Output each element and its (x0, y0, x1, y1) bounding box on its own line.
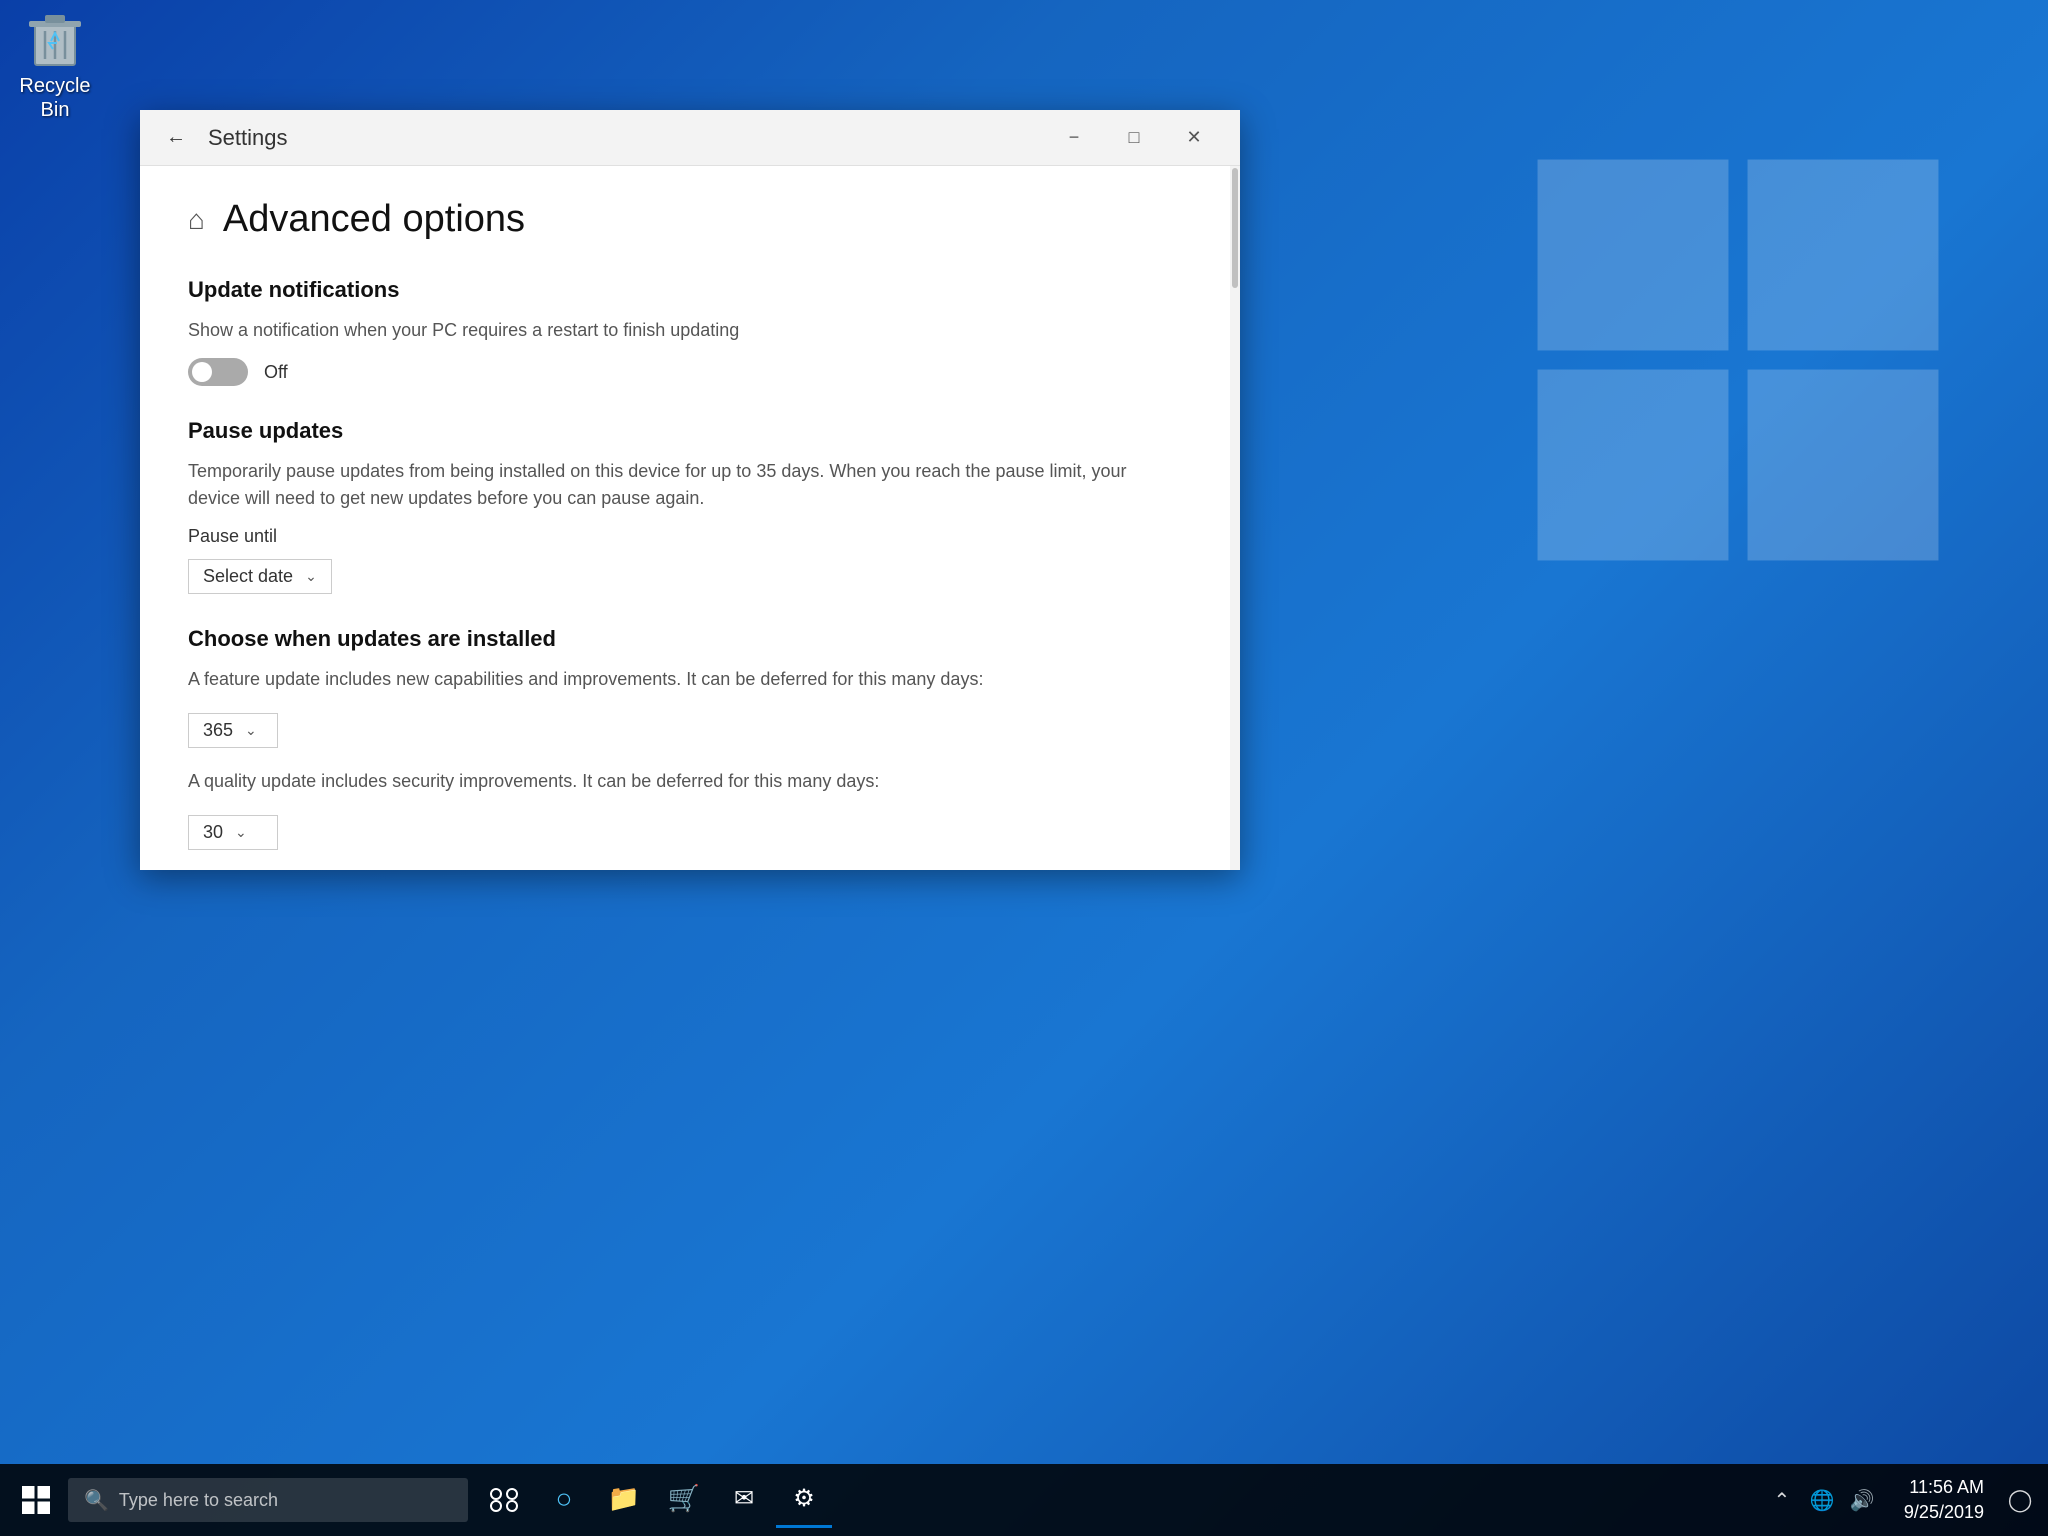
edge-icon[interactable]: ○ (536, 1472, 592, 1528)
window-content: ⌂ Advanced options Update notifications … (140, 166, 1240, 870)
taskbar-clock[interactable]: 11:56 AM 9/25/2019 (1888, 1464, 2000, 1536)
choose-when-heading: Choose when updates are installed (188, 626, 1182, 652)
close-button[interactable]: ✕ (1164, 118, 1224, 158)
chevron-down-icon-feature: ⌄ (245, 722, 257, 739)
settings-window: ← Settings − □ ✕ ⌂ Advanced options Upda… (140, 110, 1240, 870)
file-explorer-icon[interactable]: 📁 (596, 1472, 652, 1528)
quality-update-desc: A quality update includes security impro… (188, 768, 1182, 795)
store-icon[interactable]: 🛒 (656, 1472, 712, 1528)
scroll-thumb (1232, 168, 1238, 288)
chevron-down-icon: ⌄ (305, 568, 317, 585)
pause-updates-heading: Pause updates (188, 418, 1182, 444)
taskbar-search[interactable]: 🔍 Type here to search (68, 1478, 468, 1522)
notification-icon[interactable]: ◯ (2000, 1472, 2040, 1528)
title-bar: ← Settings − □ ✕ (140, 110, 1240, 166)
feature-update-value: 365 (203, 720, 233, 741)
speaker-icon[interactable]: 🔊 (1844, 1472, 1880, 1528)
update-notifications-desc: Show a notification when your PC require… (188, 317, 1182, 344)
toggle-off-label: Off (264, 362, 288, 383)
taskbar-app-icons: ○ 📁 🛒 ✉ ⚙ (476, 1472, 832, 1528)
recycle-bin-label: Recycle Bin (10, 74, 100, 122)
search-icon: 🔍 (84, 1488, 109, 1513)
settings-icon[interactable]: ⚙ (776, 1472, 832, 1528)
app-title: Settings (208, 125, 1044, 151)
update-notifications-section: Update notifications Show a notification… (188, 277, 1182, 386)
feature-update-dropdown[interactable]: 365 ⌄ (188, 713, 278, 748)
recycle-bin-image (25, 10, 85, 70)
quality-update-dropdown[interactable]: 30 ⌄ (188, 815, 278, 850)
toggle-knob (192, 362, 212, 382)
pause-updates-section: Pause updates Temporarily pause updates … (188, 418, 1182, 594)
chevron-up-icon[interactable]: ⌃ (1764, 1472, 1800, 1528)
home-icon[interactable]: ⌂ (188, 204, 205, 236)
maximize-button[interactable]: □ (1104, 118, 1164, 158)
window-controls: − □ ✕ (1044, 118, 1224, 158)
start-button[interactable] (8, 1472, 64, 1528)
desktop: Recycle Bin ← Settings − □ ✕ ⌂ Advanced … (0, 0, 2048, 1536)
update-notifications-toggle[interactable] (188, 358, 248, 386)
update-notifications-toggle-row: Off (188, 358, 1182, 386)
clock-date: 9/25/2019 (1904, 1500, 1984, 1525)
page-title: Advanced options (223, 198, 525, 241)
quality-update-value: 30 (203, 822, 223, 843)
search-placeholder: Type here to search (119, 1490, 278, 1511)
main-content-area: ⌂ Advanced options Update notifications … (140, 166, 1230, 870)
pause-until-dropdown[interactable]: Select date ⌄ (188, 559, 332, 594)
clock-time: 11:56 AM (1909, 1475, 1984, 1500)
back-button[interactable]: ← (156, 118, 196, 158)
windows-logo-bg (1528, 150, 1948, 575)
page-header: ⌂ Advanced options (188, 198, 1182, 241)
feature-update-desc: A feature update includes new capabiliti… (188, 666, 1182, 693)
pause-updates-desc: Temporarily pause updates from being ins… (188, 458, 1182, 512)
update-notifications-heading: Update notifications (188, 277, 1182, 303)
choose-when-section: Choose when updates are installed A feat… (188, 626, 1182, 850)
taskbar: 🔍 Type here to search ○ 📁 🛒 ✉ ⚙ ⌃ � (0, 1464, 2048, 1536)
pause-until-value: Select date (203, 566, 293, 587)
mail-icon[interactable]: ✉ (716, 1472, 772, 1528)
system-tray: ⌃ 🌐 🔊 (1764, 1472, 1880, 1528)
recycle-bin-icon[interactable]: Recycle Bin (10, 10, 100, 122)
network-icon[interactable]: 🌐 (1804, 1472, 1840, 1528)
minimize-button[interactable]: − (1044, 118, 1104, 158)
scroll-bar[interactable] (1230, 166, 1240, 870)
chevron-down-icon-quality: ⌄ (235, 824, 247, 841)
pause-until-label: Pause until (188, 526, 1182, 547)
task-view-icon[interactable] (476, 1472, 532, 1528)
